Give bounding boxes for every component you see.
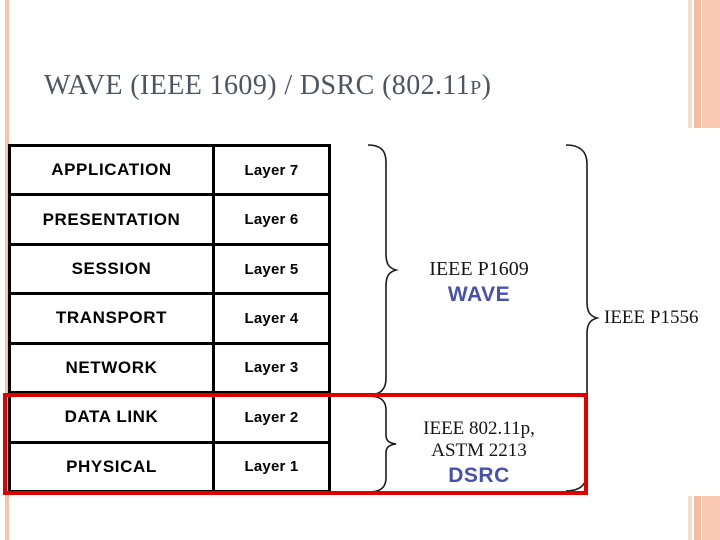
annotation-dsrc-standard-line1: IEEE 802.11p, — [423, 418, 535, 439]
annotation-wave-standard: IEEE P1609 — [429, 258, 529, 280]
osi-layer-number: Layer 5 — [244, 260, 299, 278]
osi-layer-name: TRANSPORT — [11, 295, 215, 342]
osi-layer-number: Layer 4 — [244, 309, 299, 327]
table-row: SESSION Layer 5 — [11, 245, 328, 296]
table-row: PRESENTATION Layer 6 — [11, 196, 328, 246]
annotation-dsrc-standard-line2: ASTM 2213 — [431, 440, 527, 462]
page-title: WAVE (IEEE 1609) / DSRC (802.11p) — [44, 70, 492, 101]
right-stripe-thin-bottom — [688, 496, 692, 540]
annotation-wave-brand: WAVE — [447, 282, 511, 306]
right-stripe-wide-top — [702, 0, 720, 128]
right-stripe-wide-bottom — [702, 496, 720, 540]
osi-layer-name: APPLICATION — [11, 147, 215, 194]
annotation-outer-standard: IEEE P1556 — [604, 307, 699, 328]
osi-layer-number: Layer 7 — [244, 161, 299, 179]
osi-layer-name: NETWORK — [11, 344, 215, 392]
osi-layer-table: APPLICATION Layer 7 PRESENTATION Layer 6… — [8, 144, 331, 493]
brace-dsrc-icon — [367, 395, 397, 493]
right-stripe-mid-bottom — [694, 496, 701, 540]
table-row: APPLICATION Layer 7 — [11, 147, 328, 197]
brace-outer-icon — [565, 144, 600, 492]
annotation-dsrc-brand: DSRC — [448, 463, 510, 487]
osi-layer-number: Layer 1 — [244, 458, 299, 476]
osi-layer-name: PHYSICAL — [11, 443, 215, 490]
right-stripe-thin-top — [688, 0, 692, 128]
right-stripe-mid-top — [694, 0, 701, 128]
table-row: TRANSPORT Layer 4 — [11, 295, 328, 345]
osi-layer-number: Layer 2 — [244, 408, 299, 426]
annotation-dsrc: IEEE 802.11p, ASTM 2213 DSRC — [404, 418, 554, 489]
osi-layer-name: PRESENTATION — [11, 196, 215, 243]
osi-layer-number: Layer 6 — [244, 211, 299, 229]
slide-canvas: WAVE (IEEE 1609) / DSRC (802.11p) APPLIC… — [0, 0, 720, 540]
osi-layer-number: Layer 3 — [244, 359, 299, 377]
annotation-wave: IEEE P1609 WAVE — [404, 258, 554, 307]
table-row: NETWORK Layer 3 — [11, 344, 328, 395]
table-row: DATA LINK Layer 2 — [11, 394, 328, 444]
table-row: PHYSICAL Layer 1 — [11, 443, 328, 490]
brace-wave-icon — [367, 144, 399, 396]
osi-layer-name: SESSION — [11, 245, 215, 293]
osi-layer-name: DATA LINK — [11, 394, 215, 441]
